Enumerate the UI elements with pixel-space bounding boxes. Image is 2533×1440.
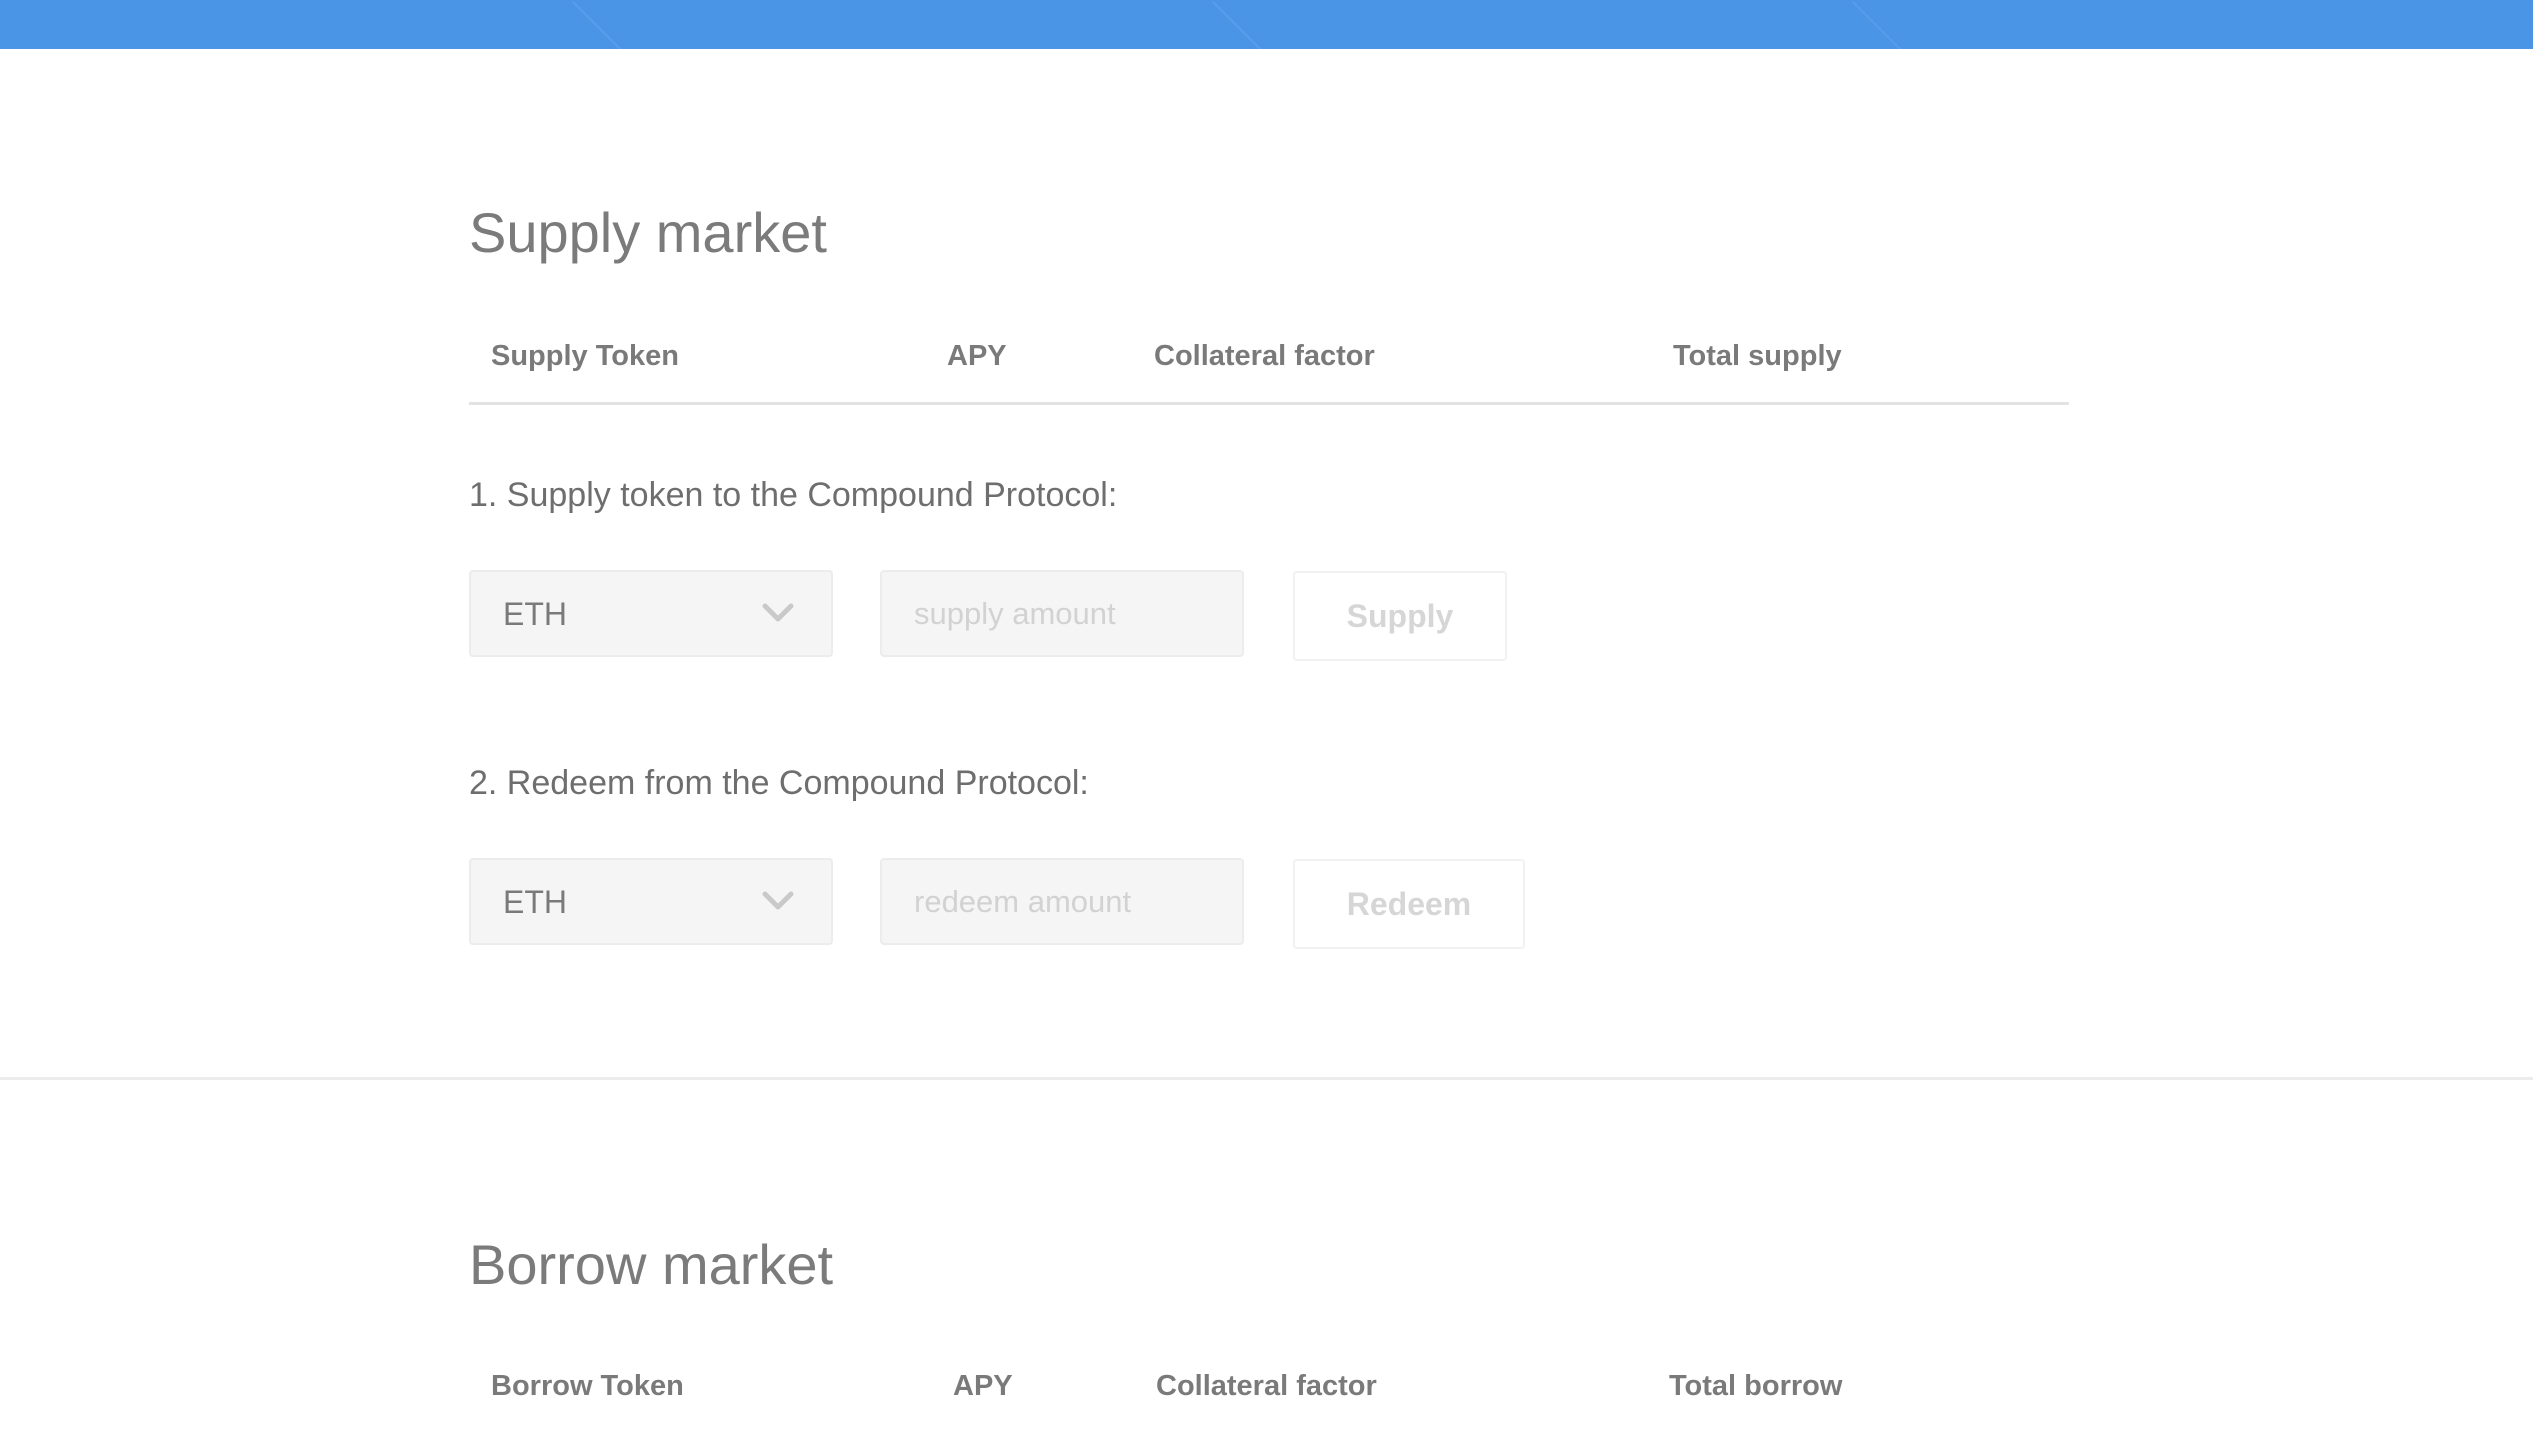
section-divider xyxy=(0,1077,2533,1080)
redeem-amount-input[interactable] xyxy=(880,858,1244,945)
redeem-token-selected: ETH xyxy=(503,884,567,920)
chevron-down-icon xyxy=(762,891,794,910)
supply-market-title: Supply market xyxy=(469,201,827,264)
column-collateral-factor: Collateral factor xyxy=(1156,1370,1377,1402)
supply-token-select[interactable]: ETH xyxy=(469,570,833,657)
column-total-borrow: Total borrow xyxy=(1669,1370,1843,1402)
supply-amount-input[interactable] xyxy=(880,570,1244,657)
column-collateral-factor: Collateral factor xyxy=(1154,340,1375,372)
redeem-step-label: 2. Redeem from the Compound Protocol: xyxy=(469,764,1089,802)
supply-token-selected: ETH xyxy=(503,596,567,632)
supply-step-label: 1. Supply token to the Compound Protocol… xyxy=(469,476,1118,514)
redeem-button[interactable]: Redeem xyxy=(1293,859,1525,949)
top-bar xyxy=(0,0,2533,49)
borrow-market-title: Borrow market xyxy=(469,1233,834,1296)
column-total-supply: Total supply xyxy=(1673,340,1842,372)
column-apy: APY xyxy=(947,340,1007,372)
column-apy: APY xyxy=(953,1370,1013,1402)
supply-button[interactable]: Supply xyxy=(1293,571,1507,661)
column-supply-token: Supply Token xyxy=(491,340,679,372)
redeem-token-select[interactable]: ETH xyxy=(469,858,833,945)
supply-header-rule xyxy=(469,402,2069,405)
borrow-table-header: Borrow Token APY Collateral factor Total… xyxy=(469,1370,2069,1440)
chevron-down-icon xyxy=(762,603,794,622)
supply-table-header: Supply Token APY Collateral factor Total… xyxy=(469,340,2069,410)
column-borrow-token: Borrow Token xyxy=(491,1370,684,1402)
